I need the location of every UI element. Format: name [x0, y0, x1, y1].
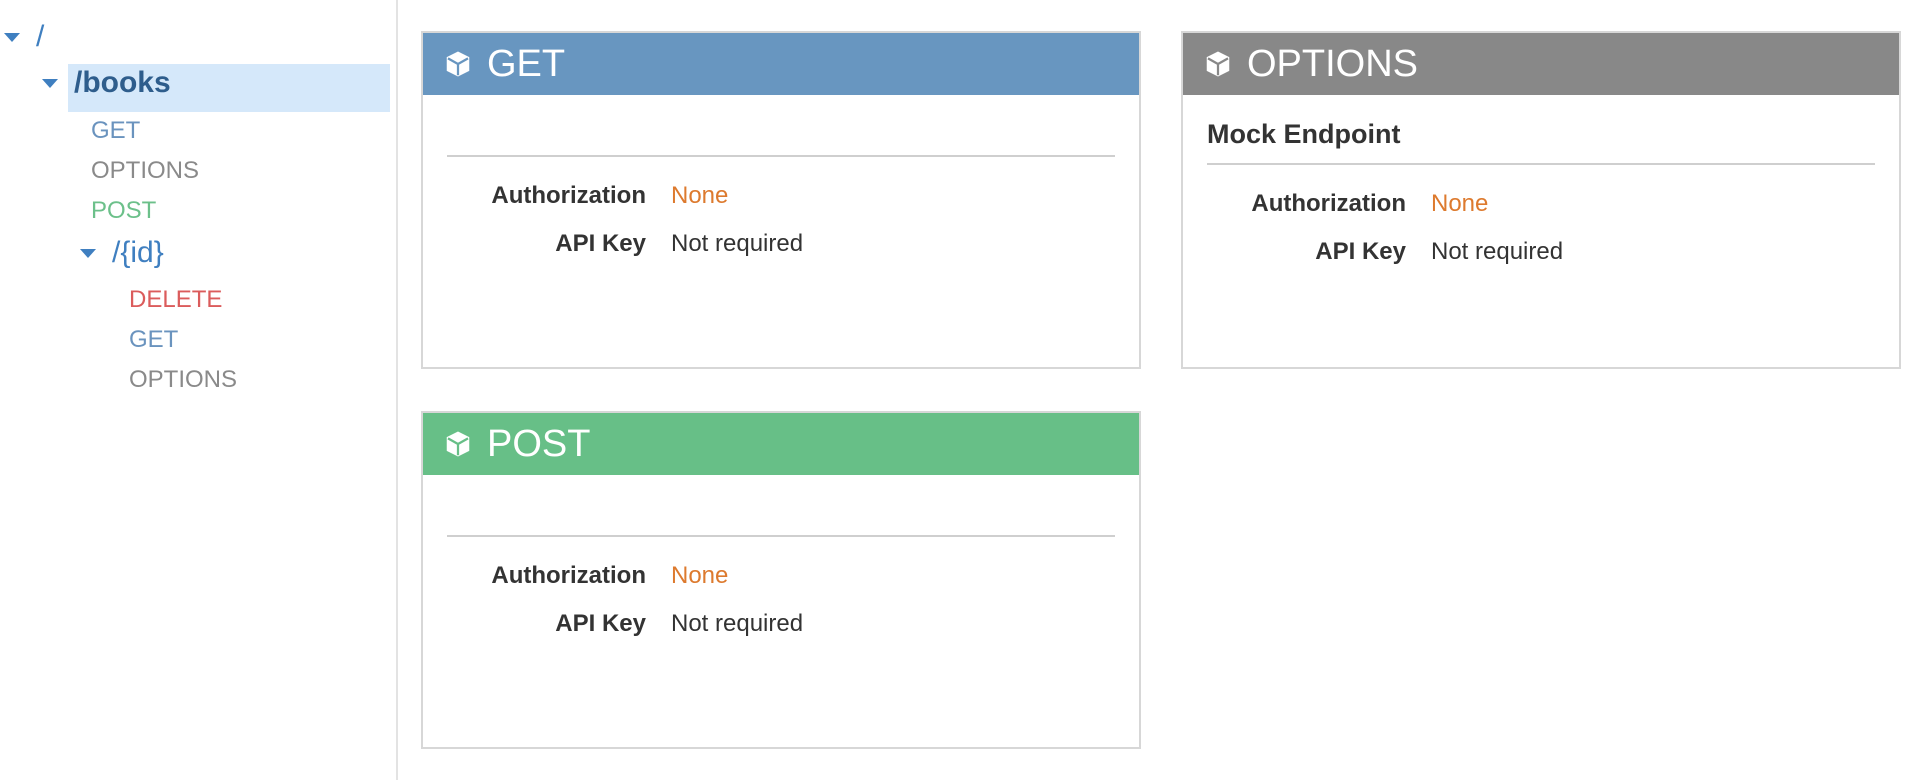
tree-method-books-options[interactable]: OPTIONS: [91, 157, 199, 185]
api-key-value: Not required: [671, 610, 804, 637]
caret-down-icon[interactable]: [4, 32, 20, 42]
authorization-label: Authorization: [1251, 190, 1406, 217]
authorization-label: Authorization: [491, 182, 646, 209]
divider: [447, 155, 1115, 157]
tree-node-root-label: /: [36, 20, 45, 53]
method-card-get[interactable]: GET Authorization None API Key Not requi…: [421, 31, 1141, 369]
tree-method-books-get[interactable]: GET: [91, 117, 140, 145]
api-key-row: API Key Not required: [1183, 238, 1899, 266]
card-header-options[interactable]: OPTIONS: [1183, 33, 1899, 95]
card-header-get[interactable]: GET: [423, 33, 1139, 95]
card-subtitle: Mock Endpoint: [1207, 119, 1401, 149]
method-label: POST: [91, 197, 157, 224]
divider: [1207, 163, 1875, 165]
tree-method-id-get[interactable]: GET: [129, 326, 178, 354]
api-key-value: Not required: [671, 230, 804, 257]
cube-icon: [446, 431, 470, 457]
card-title: OPTIONS: [1247, 42, 1419, 85]
authorization-value: None: [671, 562, 729, 589]
method-label: GET: [129, 326, 179, 353]
method-label: OPTIONS: [91, 157, 200, 184]
card-header-post[interactable]: POST: [423, 413, 1139, 475]
authorization-row: Authorization None: [1183, 190, 1899, 218]
tree-method-id-options[interactable]: OPTIONS: [129, 366, 237, 394]
tree-node-books[interactable]: /books: [42, 66, 171, 100]
authorization-value: None: [1431, 190, 1489, 217]
authorization-value: None: [671, 182, 729, 209]
method-card-options[interactable]: OPTIONS Mock Endpoint Authorization None…: [1181, 31, 1901, 369]
authorization-row: Authorization None: [423, 182, 1139, 210]
tree-method-books-post[interactable]: POST: [91, 197, 156, 225]
cube-icon: [1206, 51, 1230, 77]
tree-method-id-delete[interactable]: DELETE: [129, 286, 222, 314]
card-title: GET: [487, 42, 566, 85]
tree-node-books-label: /books: [74, 66, 171, 99]
api-key-label: API Key: [1315, 238, 1406, 265]
caret-down-icon[interactable]: [80, 248, 96, 258]
authorization-row: Authorization None: [423, 562, 1139, 590]
authorization-label: Authorization: [491, 562, 646, 589]
tree-node-id[interactable]: /{id}: [80, 236, 164, 270]
resource-tree-sidebar: / /books GET OPTIONS POST /{id} DELETE G…: [0, 0, 398, 780]
tree-node-id-label: /{id}: [112, 236, 164, 269]
divider: [447, 535, 1115, 537]
tree-node-root[interactable]: /: [4, 20, 44, 54]
card-title: POST: [487, 422, 591, 465]
method-label: OPTIONS: [129, 366, 238, 393]
api-key-label: API Key: [555, 610, 646, 637]
method-label: DELETE: [129, 286, 223, 313]
api-key-row: API Key Not required: [423, 610, 1139, 638]
api-key-value: Not required: [1431, 238, 1564, 265]
api-key-row: API Key Not required: [423, 230, 1139, 258]
method-card-post[interactable]: POST Authorization None API Key Not requ…: [421, 411, 1141, 749]
api-key-label: API Key: [555, 230, 646, 257]
cube-icon: [446, 51, 470, 77]
method-label: GET: [91, 117, 141, 144]
caret-down-icon[interactable]: [42, 78, 58, 88]
